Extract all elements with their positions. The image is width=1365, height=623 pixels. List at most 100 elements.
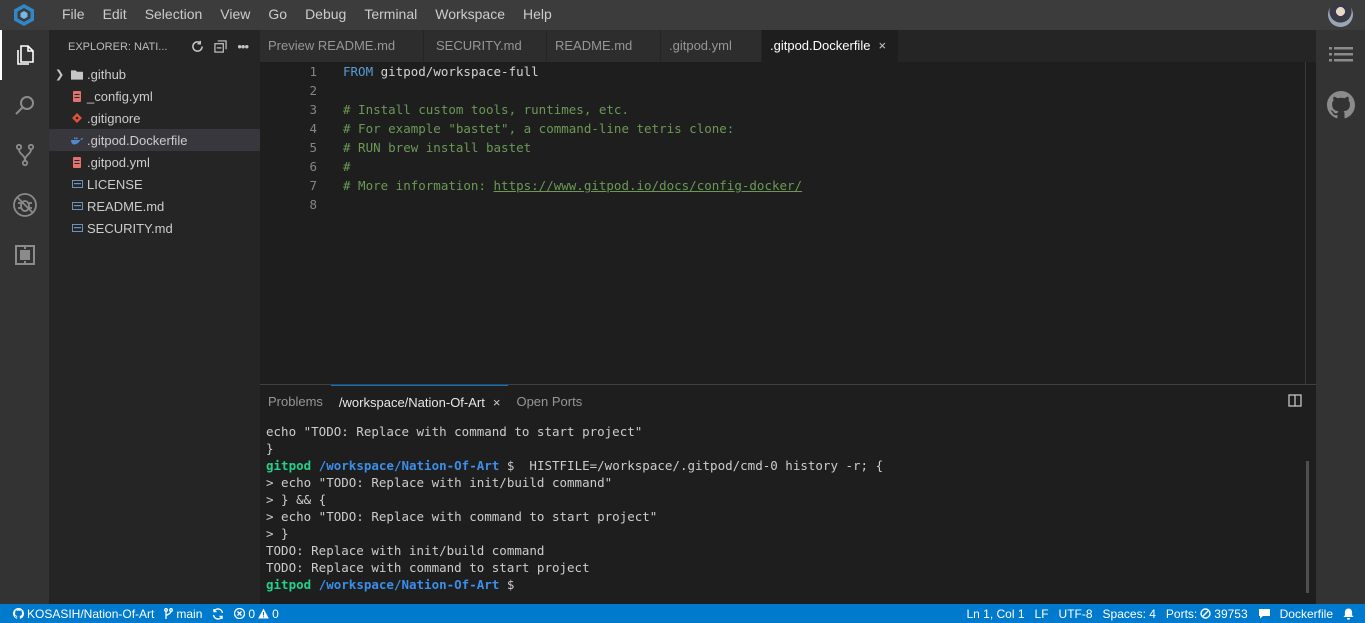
ports-label: Ports:	[1165, 606, 1198, 621]
sync-button[interactable]	[207, 604, 229, 623]
explorer-sidebar: EXPLORER: NATI... ••• ❯ .github _config.…	[49, 30, 260, 604]
tab-preview-readme[interactable]: Preview README.md	[260, 30, 424, 62]
indentation[interactable]: Spaces: 4	[1098, 604, 1161, 623]
debug-button[interactable]	[0, 180, 49, 230]
ports-status[interactable]: Ports: 39753	[1161, 604, 1253, 623]
tree-item-security[interactable]: SECURITY.md	[49, 217, 260, 239]
tree-item-gitignore[interactable]: .gitignore	[49, 107, 260, 129]
tree-item-github-folder[interactable]: ❯ .github	[49, 63, 260, 85]
more-actions-icon[interactable]: •••	[237, 39, 249, 54]
encoding[interactable]: UTF-8	[1054, 604, 1098, 623]
source-control-icon	[15, 143, 34, 167]
terminal-output[interactable]: echo "TODO: Replace with command to star…	[266, 423, 883, 593]
menu-bar: File Edit Selection View Go Debug Termin…	[0, 0, 1365, 30]
terminal-scrollbar[interactable]	[1306, 461, 1309, 593]
cursor-position[interactable]: Ln 1, Col 1	[961, 604, 1029, 623]
close-icon[interactable]: ×	[493, 395, 501, 410]
tree-item-license[interactable]: LICENSE	[49, 173, 260, 195]
prompt-path: /workspace/Nation-Of-Art	[318, 577, 500, 592]
tree-item-label: .gitignore	[87, 110, 141, 126]
code-line: 4 # For example "bastet", a command-line …	[260, 119, 1306, 138]
list-icon	[1328, 47, 1353, 62]
line-number: 3	[309, 102, 317, 117]
warning-count: 0	[272, 606, 279, 621]
menu-selection[interactable]: Selection	[136, 0, 212, 30]
menu-view[interactable]: View	[211, 0, 259, 30]
branch-status[interactable]: main	[159, 604, 207, 623]
code-line: 6 #	[260, 157, 1306, 176]
github-icon	[13, 608, 24, 619]
status-right: Ln 1, Col 1 LF UTF-8 Spaces: 4 Ports: 39…	[961, 604, 1365, 623]
git-file-icon	[71, 112, 83, 124]
github-button[interactable]	[1316, 80, 1365, 130]
gitpod-logo-icon[interactable]	[0, 0, 48, 30]
keyword-token: FROM	[343, 64, 374, 79]
terminal-line: > echo "TODO: Replace with init/build co…	[266, 475, 613, 490]
language-label: Dockerfile	[1279, 606, 1333, 621]
search-button[interactable]	[0, 80, 49, 130]
refresh-icon[interactable]	[191, 40, 204, 53]
end-of-line[interactable]: LF	[1030, 604, 1054, 623]
menu-terminal[interactable]: Terminal	[355, 0, 426, 30]
menu-edit[interactable]: Edit	[94, 0, 136, 30]
terminal-prompt-line: gitpod /workspace/Nation-Of-Art $ HISTFI…	[266, 457, 883, 474]
feedback-icon	[1258, 609, 1270, 619]
tree-item-gitpod-dockerfile[interactable]: .gitpod.Dockerfile	[49, 129, 260, 151]
chevron-right-icon: ❯	[55, 68, 65, 81]
notifications-button[interactable]	[1338, 604, 1359, 623]
menu-help[interactable]: Help	[514, 0, 561, 30]
language-mode[interactable]: Dockerfile	[1253, 604, 1338, 623]
terminal-line: echo "TODO: Replace with command to star…	[266, 424, 643, 439]
tab-security-md[interactable]: SECURITY.md	[424, 30, 547, 62]
tab-problems[interactable]: Problems	[260, 385, 331, 419]
tab-terminal[interactable]: /workspace/Nation-Of-Art ×	[330, 385, 509, 419]
line-number: 6	[309, 159, 317, 174]
tree-item-label: LICENSE	[87, 176, 143, 192]
block-icon	[1200, 608, 1211, 619]
menu-file[interactable]: File	[48, 0, 94, 30]
terminal-prompt-line: gitpod /workspace/Nation-Of-Art $	[266, 576, 883, 593]
line-number: 2	[309, 83, 317, 98]
comment-token: # RUN brew install bastet	[343, 140, 532, 155]
tree-item-config-yml[interactable]: _config.yml	[49, 85, 260, 107]
yml-file-icon	[71, 90, 83, 102]
error-count: 0	[248, 606, 256, 621]
error-icon	[234, 608, 246, 619]
comment-token: # Install custom tools, runtimes, etc.	[343, 102, 629, 117]
user-avatar[interactable]	[1328, 2, 1353, 27]
terminal-line: TODO: Replace with init/build command	[266, 543, 545, 558]
outline-button[interactable]	[1316, 30, 1365, 80]
text-file-icon	[71, 178, 83, 190]
tree-item-label: SECURITY.md	[87, 220, 173, 236]
tab-open-ports[interactable]: Open Ports	[508, 385, 590, 419]
comment-token: #	[343, 159, 351, 174]
code-editor[interactable]: 1 FROM gitpod/workspace-full 2 3 # Install…	[260, 62, 1306, 384]
status-bar: KOSASIH/Nation-Of-Art main 0 0 Ln 1, Col…	[0, 604, 1365, 623]
extensions-button[interactable]	[0, 230, 49, 280]
close-icon[interactable]: ×	[878, 38, 886, 53]
tree-item-readme[interactable]: README.md	[49, 195, 260, 217]
tab-gitpod-yml[interactable]: .gitpod.yml	[661, 30, 762, 62]
line-number: 8	[309, 197, 317, 212]
search-icon	[14, 96, 34, 115]
code-text: # More information: https://www.gitpod.i…	[317, 176, 802, 195]
menu-debug[interactable]: Debug	[296, 0, 355, 30]
repo-status[interactable]: KOSASIH/Nation-Of-Art	[8, 604, 159, 623]
source-control-button[interactable]	[0, 130, 49, 180]
menu-workspace[interactable]: Workspace	[426, 0, 514, 30]
split-panel-icon[interactable]	[1288, 394, 1302, 407]
menu-go[interactable]: Go	[259, 0, 296, 30]
explorer-button[interactable]	[0, 30, 49, 80]
extensions-icon	[14, 245, 35, 265]
problems-status[interactable]: 0 0	[229, 604, 283, 623]
right-activity-bar	[1316, 30, 1365, 604]
tab-gitpod-dockerfile[interactable]: .gitpod.Dockerfile ×	[762, 30, 900, 62]
prompt-user: gitpod	[266, 577, 312, 592]
text-token: gitpod/workspace-full	[373, 64, 539, 79]
tab-readme-md[interactable]: README.md	[547, 30, 661, 62]
terminal-line: > echo "TODO: Replace with command to st…	[266, 509, 658, 524]
tree-item-label: .github	[87, 66, 127, 82]
collapse-all-icon[interactable]	[214, 40, 228, 53]
docs-link[interactable]: https://www.gitpod.io/docs/config-docker…	[494, 178, 803, 193]
tree-item-gitpod-yml[interactable]: .gitpod.yml	[49, 151, 260, 173]
